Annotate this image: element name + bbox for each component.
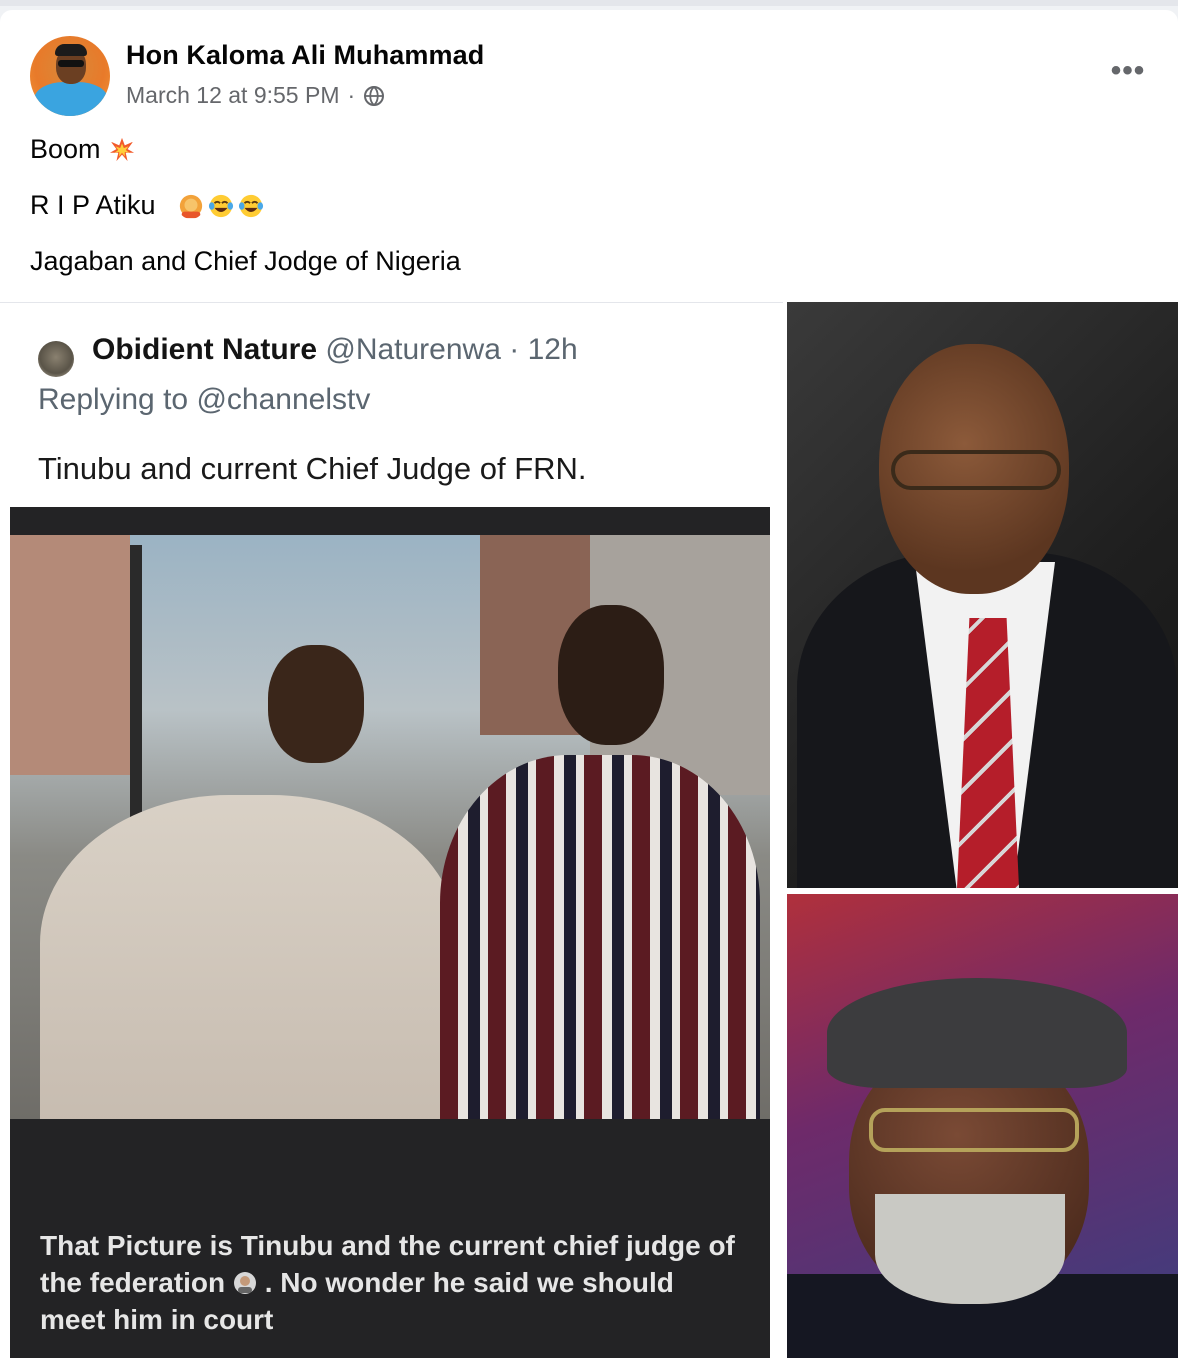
meta-separator: · bbox=[347, 82, 356, 108]
tweet-avatar bbox=[38, 341, 74, 377]
tweet-header: Obidient Nature @Naturenwa · 12h bbox=[92, 333, 578, 367]
person-gesturing-emoji-icon bbox=[179, 194, 202, 218]
tweet-reply-line: Replying to @channelstv bbox=[38, 383, 370, 417]
tweet-photo-block: That Picture is Tinubu and the current c… bbox=[10, 507, 770, 1358]
globe-icon[interactable] bbox=[363, 85, 385, 107]
more-options-button[interactable]: ••• bbox=[1106, 54, 1150, 88]
tears-of-joy-emoji-icon bbox=[208, 194, 233, 217]
tweet-screenshot: Obidient Nature @Naturenwa · 12h Replyin… bbox=[10, 313, 770, 1358]
post-meta: March 12 at 9:55 PM · bbox=[126, 82, 385, 109]
tweet-age: 12h bbox=[527, 333, 578, 366]
tweet-handle: @Naturenwa bbox=[325, 333, 501, 366]
person-emoji-icon bbox=[233, 1272, 256, 1294]
post-text-line-2: R I P Atiku bbox=[30, 190, 264, 221]
tweet-reply-prefix: Replying to bbox=[38, 383, 189, 416]
post-line-rip: R I P Atiku bbox=[30, 190, 156, 220]
street-photo bbox=[10, 535, 770, 1119]
tears-of-joy-emoji-icon bbox=[238, 194, 263, 217]
post-text-line-1: Boom bbox=[30, 134, 135, 165]
tweet-body: Tinubu and current Chief Judge of FRN. bbox=[38, 451, 587, 486]
post-photo-tweet-screenshot[interactable]: Obidient Nature @Naturenwa · 12h Replyin… bbox=[0, 302, 783, 1358]
more-options-icon: ••• bbox=[1110, 54, 1146, 87]
tweet-separator: · bbox=[509, 333, 520, 366]
post-card: Hon Kaloma Ali Muhammad March 12 at 9:55… bbox=[0, 10, 1178, 1358]
post-line-boom: Boom bbox=[30, 134, 101, 164]
tweet-image-caption: That Picture is Tinubu and the current c… bbox=[40, 1227, 740, 1338]
author-name[interactable]: Hon Kaloma Ali Muhammad bbox=[126, 40, 484, 71]
collision-emoji-icon bbox=[109, 137, 134, 161]
post-text-line-3: Jagaban and Chief Jodge of Nigeria bbox=[30, 246, 461, 276]
top-divider bbox=[0, 0, 1178, 6]
post-photo-portrait-cap[interactable] bbox=[787, 894, 1178, 1358]
post-photo-portrait-suit[interactable] bbox=[787, 302, 1178, 888]
author-avatar[interactable] bbox=[30, 36, 110, 116]
tweet-author-name: Obidient Nature bbox=[92, 333, 318, 366]
tweet-reply-handle: @channelstv bbox=[196, 383, 371, 416]
post-timestamp[interactable]: March 12 at 9:55 PM bbox=[126, 82, 340, 109]
